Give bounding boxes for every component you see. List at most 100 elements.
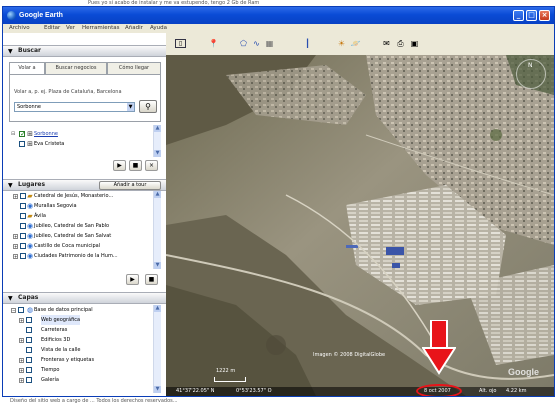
expand-icon[interactable]: + xyxy=(19,318,24,323)
checkbox[interactable] xyxy=(26,367,32,373)
result-item[interactable]: ⊟ ✓ ⊞ Sorbonne xyxy=(9,129,149,139)
list-item[interactable]: ▰ Ávila xyxy=(9,211,149,221)
search-input[interactable]: Sorbonne xyxy=(14,102,135,112)
checkbox[interactable] xyxy=(26,347,32,353)
expand-icon[interactable]: + xyxy=(13,194,18,199)
chevron-down-icon[interactable]: ▼ xyxy=(127,103,134,111)
expand-icon[interactable]: + xyxy=(19,368,24,373)
checkbox[interactable] xyxy=(26,337,32,343)
expand-icon[interactable]: + xyxy=(19,358,24,363)
print-icon[interactable]: ⎙ xyxy=(395,39,406,49)
sidebar-toggle-icon[interactable]: ▯ xyxy=(175,39,186,48)
ruler-icon[interactable]: ┃ xyxy=(302,39,313,49)
collapse-arrow-icon: ▼ xyxy=(8,48,13,55)
checkbox[interactable] xyxy=(26,317,32,323)
maximize-button[interactable]: □ xyxy=(526,10,537,21)
close-button[interactable]: × xyxy=(539,10,550,21)
list-item[interactable]: Carreteras xyxy=(9,325,149,335)
sidebar: ▼ Buscar Volar a Buscar negocios Cómo ll… xyxy=(3,33,166,396)
north-icon: N xyxy=(528,62,533,69)
place-label: Jubileo, Catedral de San Pablo xyxy=(34,223,110,229)
clear-button[interactable]: × xyxy=(145,160,158,171)
scroll-up-icon[interactable]: ▲ xyxy=(154,305,161,312)
tab-directions[interactable]: Cómo llegar xyxy=(107,62,161,74)
menu-archivo[interactable]: Archivo xyxy=(9,24,30,33)
search-panel-header[interactable]: ▼ Buscar xyxy=(3,45,166,57)
list-item[interactable]: ◉ Jubileo, Catedral de San Pablo xyxy=(9,221,149,231)
checkbox[interactable] xyxy=(18,307,24,313)
menu-herramientas[interactable]: Herramientas xyxy=(82,24,119,33)
path-icon[interactable]: ∿ xyxy=(251,39,262,49)
list-item[interactable]: ◉ Murallas Segovia xyxy=(9,201,149,211)
folder-icon: ▰ xyxy=(27,192,33,200)
menu-anadir[interactable]: Añadir xyxy=(125,24,143,33)
satellite-map-view[interactable]: N 1222 m Imagen © 2008 DigitalGlobe Goog… xyxy=(166,55,554,396)
result-label: Eva Cristeta xyxy=(34,141,65,147)
play-button[interactable]: ▶ xyxy=(113,160,126,171)
list-item[interactable]: Vista de la calle xyxy=(9,345,149,355)
menu-ver[interactable]: Ver xyxy=(66,24,75,33)
longitude-readout: 0°53'23.57" O xyxy=(236,388,272,394)
polygon-icon[interactable]: ⬠ xyxy=(238,39,249,49)
expand-icon[interactable]: + xyxy=(13,254,18,259)
collapse-icon[interactable]: − xyxy=(11,308,16,313)
expand-icon[interactable]: + xyxy=(19,338,24,343)
add-to-tour-button[interactable]: Añadir a tour xyxy=(99,181,161,190)
placemark-icon[interactable]: 📍 xyxy=(208,39,219,49)
layer-label: Web geográfica xyxy=(41,315,81,325)
list-item[interactable]: + Edificios 3D xyxy=(9,335,149,345)
overlay-icon[interactable]: ▦ xyxy=(264,39,275,49)
stop-button[interactable]: ■ xyxy=(145,274,158,285)
list-item[interactable]: − ◍ Base de datos principal xyxy=(9,305,149,315)
folder-icon: ▰ xyxy=(27,212,33,220)
checkbox[interactable] xyxy=(26,327,32,333)
places-panel-title: Lugares xyxy=(18,181,46,188)
list-item[interactable]: + Web geográfica xyxy=(9,315,149,325)
list-item[interactable]: + Tiempo xyxy=(9,365,149,375)
search-button[interactable]: ⚲ xyxy=(139,100,157,113)
checkbox[interactable] xyxy=(26,357,32,363)
result-label[interactable]: Sorbonne xyxy=(34,129,58,139)
tab-find-business[interactable]: Buscar negocios xyxy=(45,62,107,74)
tab-fly-to[interactable]: Volar a xyxy=(9,62,45,74)
layers-list: − ◍ Base de datos principal + Web geográ… xyxy=(9,305,161,395)
planets-icon[interactable]: 🪐 xyxy=(350,39,361,49)
places-scrollbar[interactable]: ▲ ▼ xyxy=(153,191,161,269)
expand-icon[interactable]: ⊟ xyxy=(11,129,15,139)
scroll-up-icon[interactable]: ▲ xyxy=(154,125,161,132)
list-item[interactable]: + ◉ Jubileo, Catedral de San Salvat xyxy=(9,231,149,241)
results-scrollbar[interactable]: ▲ ▼ xyxy=(153,125,161,157)
checkbox[interactable] xyxy=(19,141,25,147)
scroll-down-icon[interactable]: ▼ xyxy=(154,262,161,269)
scroll-down-icon[interactable]: ▼ xyxy=(154,150,161,157)
menu-editar[interactable]: Editar xyxy=(44,24,60,33)
checkbox-checked[interactable]: ✓ xyxy=(19,130,26,138)
list-item[interactable]: + ◉ Castillo de Coca municipal xyxy=(9,241,149,251)
scroll-up-icon[interactable]: ▲ xyxy=(154,191,161,198)
expand-icon[interactable]: + xyxy=(19,378,24,383)
play-button[interactable]: ▶ xyxy=(126,274,139,285)
places-panel-header[interactable]: ▼ Lugares Añadir a tour xyxy=(3,179,166,191)
places-list: + ▰ Catedral de Jesús, Monasterio... ◉ M… xyxy=(9,191,161,269)
email-icon[interactable]: ✉ xyxy=(381,39,392,49)
list-item[interactable]: + ▰ Catedral de Jesús, Monasterio... xyxy=(9,191,149,201)
result-item[interactable]: ⊞ Eva Cristeta xyxy=(9,139,149,149)
expand-icon[interactable]: + xyxy=(13,244,18,249)
list-item[interactable]: + ◉ Ciudades Patrimonio de la Hum... xyxy=(9,251,149,261)
stop-button[interactable]: ■ xyxy=(129,160,142,171)
navigation-ring[interactable]: N xyxy=(516,59,546,89)
checkbox[interactable] xyxy=(26,377,32,383)
layers-panel-header[interactable]: ▼ Capas xyxy=(3,292,166,304)
menu-ayuda[interactable]: Ayuda xyxy=(150,24,167,33)
minimize-button[interactable]: _ xyxy=(513,10,524,21)
list-item[interactable]: + Galería xyxy=(9,375,149,385)
background-footer-text: Diseño del sitio web a cargo de ... Todo… xyxy=(0,397,557,409)
maps-icon[interactable]: ▣ xyxy=(409,39,420,49)
layers-scrollbar[interactable]: ▲ ▼ xyxy=(153,305,161,393)
sun-icon[interactable]: ☀ xyxy=(336,39,347,49)
expand-icon[interactable]: + xyxy=(13,234,18,239)
list-item[interactable]: + Fronteras y etiquetas xyxy=(9,355,149,365)
scroll-down-icon[interactable]: ▼ xyxy=(154,386,161,393)
folder-grid-icon: ⊞ xyxy=(27,140,33,148)
collapse-arrow-icon: ▼ xyxy=(8,295,13,302)
